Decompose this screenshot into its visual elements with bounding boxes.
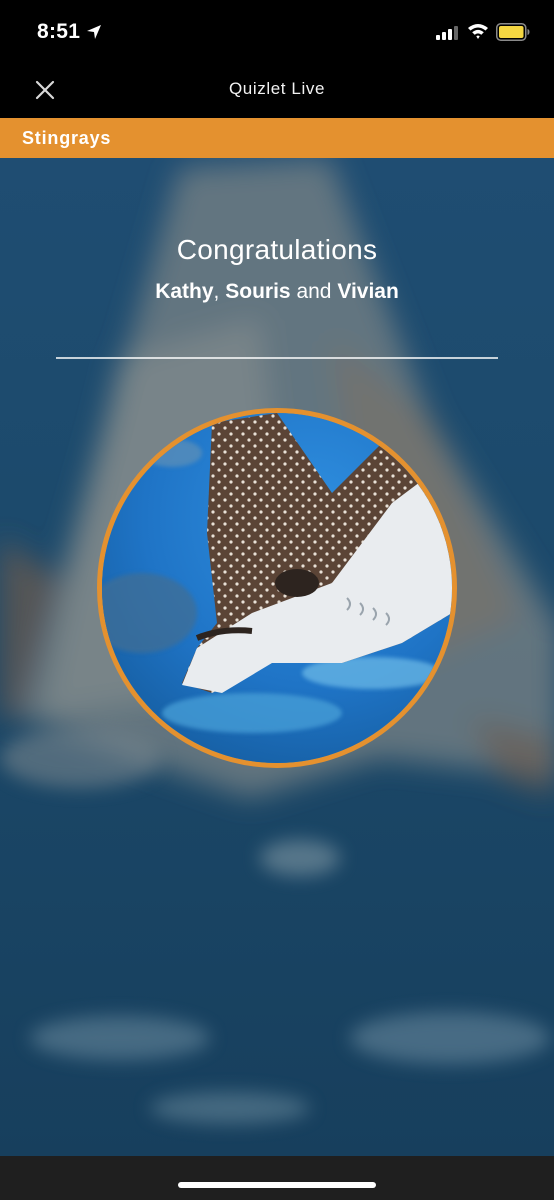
winners-list: Kathy, Souris and Vivian (0, 280, 554, 304)
bottom-bar (0, 1156, 554, 1200)
team-banner: Stingrays (0, 118, 554, 158)
winner-name: Kathy (155, 280, 214, 303)
location-arrow-icon (87, 25, 101, 39)
winner-conjunction: and (296, 280, 332, 303)
team-name: Stingrays (22, 128, 112, 148)
app-header: Quizlet Live (0, 62, 554, 118)
team-avatar (97, 408, 457, 768)
winner-separator: , (213, 280, 220, 303)
header-title: Quizlet Live (228, 79, 326, 98)
divider (56, 357, 498, 359)
results-screen: Congratulations Kathy, Souris and Vivian (0, 158, 554, 1156)
status-time: 8:51 (37, 20, 81, 43)
home-indicator[interactable] (178, 1182, 376, 1188)
winner-name: Vivian (337, 280, 399, 303)
status-bar: 8:51 (0, 0, 554, 62)
stingray-photo (102, 413, 452, 763)
congratulations-title: Congratulations (176, 234, 378, 265)
wifi-icon (468, 24, 488, 39)
winner-name: Souris (225, 280, 291, 303)
battery-icon (496, 23, 530, 41)
cellular-signal-icon (436, 26, 458, 40)
